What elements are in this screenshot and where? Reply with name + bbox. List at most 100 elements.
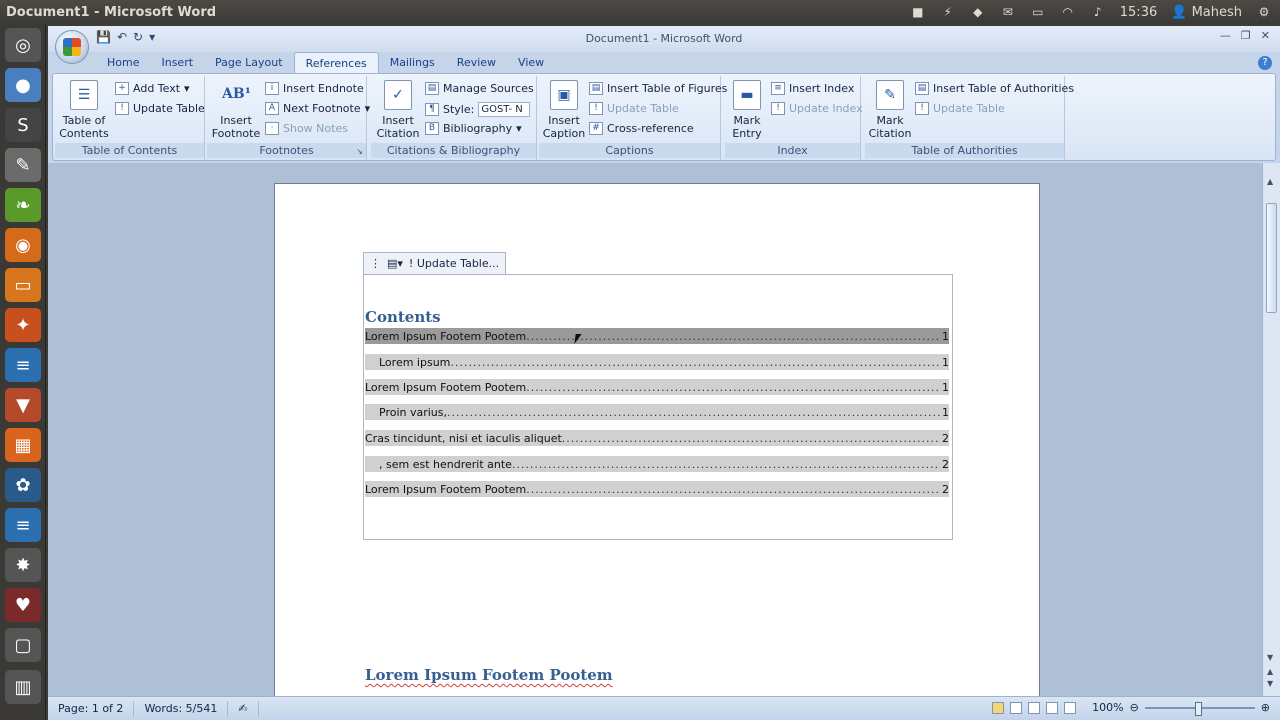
mail-icon[interactable]: ✉	[1000, 5, 1016, 19]
print-layout-icon[interactable]	[992, 701, 1005, 714]
dash-icon[interactable]: ◎	[5, 28, 41, 62]
text-editor-icon[interactable]: ✎	[5, 148, 41, 182]
scroll-down-arrow-icon[interactable]: ▼	[1267, 653, 1273, 662]
scroll-up-arrow-icon[interactable]: ▲	[1267, 177, 1273, 186]
document-icon[interactable]: ≡	[5, 508, 41, 542]
toc-update-table-button[interactable]: ! Update Table...	[409, 257, 499, 270]
table-of-contents-button[interactable]: ☰ Table of Contents	[59, 80, 109, 140]
next-page-icon[interactable]: ▼	[1267, 679, 1273, 688]
files-icon[interactable]: ▭	[5, 268, 41, 302]
tab-home[interactable]: Home	[96, 52, 150, 74]
group-index: ▬ Mark Entry ≡ Insert Index ! Update Ind…	[725, 76, 863, 160]
impress-icon[interactable]: ▦	[5, 428, 41, 462]
power-icon[interactable]: ⚡	[940, 5, 956, 19]
add-text-button[interactable]: + Add Text ▾	[115, 82, 190, 95]
toc-entry[interactable]: Lorem Ipsum Footem Pootem...............…	[365, 379, 949, 395]
gear-icon[interactable]: ⚙	[1256, 5, 1272, 19]
close-icon[interactable]: ✕	[1261, 29, 1270, 42]
previous-page-icon[interactable]: ▲	[1267, 667, 1273, 676]
toc-entry[interactable]: Lorem Ipsum Footem Pootem...............…	[365, 481, 949, 497]
update-table-captions-button[interactable]: ! Update Table	[589, 102, 679, 115]
full-screen-reading-icon[interactable]	[1010, 701, 1023, 714]
insert-caption-button[interactable]: ▣ Insert Caption	[541, 80, 587, 140]
word-count[interactable]: Words: 5/541	[134, 700, 229, 717]
insert-caption-label: Insert Caption	[542, 114, 586, 140]
toc-entry[interactable]: Lorem Ipsum Footem Pootem...............…	[365, 328, 949, 344]
zoom-slider[interactable]	[1144, 701, 1255, 716]
office-button[interactable]	[55, 30, 89, 64]
insert-footnote-button[interactable]: AB¹ Insert Footnote	[211, 80, 261, 140]
toc-entry[interactable]: Lorem ipsum.............................…	[365, 354, 949, 370]
wine-icon[interactable]: ✿	[5, 468, 41, 502]
clock[interactable]: 15:36	[1120, 5, 1157, 20]
volume-icon[interactable]: ♪	[1090, 5, 1106, 19]
zoom-out-icon[interactable]: ⊖	[1130, 701, 1139, 714]
zoom-level[interactable]: 100%	[1092, 701, 1123, 714]
toc-entry[interactable]: Cras tincidunt, nisi et iaculis aliquet.…	[365, 430, 949, 446]
wifi-icon[interactable]: ◠	[1060, 5, 1076, 19]
mark-citation-button[interactable]: ✎ Mark Citation	[867, 80, 913, 140]
dropbox-icon[interactable]: ◆	[970, 5, 986, 19]
minimize-icon[interactable]: —	[1220, 29, 1231, 42]
tab-page-layout[interactable]: Page Layout	[204, 52, 294, 74]
settings-icon[interactable]: ✦	[5, 308, 41, 342]
trash-icon[interactable]: ▥	[5, 670, 41, 704]
document-page[interactable]: ⋮ ▤▾ ! Update Table... Contents Lorem Ip…	[274, 183, 1040, 703]
update-icon: !	[115, 102, 129, 115]
scroll-thumb[interactable]	[1266, 203, 1277, 313]
update-index-button[interactable]: ! Update Index	[771, 102, 863, 115]
proofing-icon[interactable]: ✍	[228, 700, 259, 717]
insert-citation-button[interactable]: ✓ Insert Citation	[373, 80, 423, 140]
update-table-button[interactable]: ! Update Table	[115, 102, 205, 115]
insert-index-button[interactable]: ≡ Insert Index	[771, 82, 854, 95]
tab-insert[interactable]: Insert	[150, 52, 204, 74]
user-menu[interactable]: 👤 Mahesh	[1171, 5, 1242, 20]
tab-references[interactable]: References	[293, 52, 379, 74]
show-notes-button[interactable]: · Show Notes	[265, 122, 348, 135]
app-indicator-icon[interactable]: ■	[910, 5, 926, 19]
toc-entry[interactable]: Proin varius,...........................…	[365, 404, 949, 420]
battery-icon[interactable]: ▭	[1030, 5, 1046, 19]
manage-sources-button[interactable]: ▤ Manage Sources	[425, 82, 534, 95]
mark-entry-button[interactable]: ▬ Mark Entry	[727, 80, 767, 140]
toc-entry[interactable]: , sem est hendrerit ante................…	[365, 456, 949, 472]
insert-toa-button[interactable]: ▤ Insert Table of Authorities	[915, 82, 1074, 95]
chrome-icon[interactable]: ●	[5, 68, 41, 102]
outline-icon[interactable]	[1046, 701, 1059, 714]
installer-icon[interactable]: ▼	[5, 388, 41, 422]
restore-icon[interactable]: ❐	[1241, 29, 1251, 42]
update-toa-button[interactable]: ! Update Table	[915, 102, 1005, 115]
draft-icon[interactable]	[1064, 701, 1077, 714]
workspace-icon[interactable]: ▢	[5, 628, 41, 662]
group-label: Footnotes	[207, 143, 366, 158]
tab-view[interactable]: View	[507, 52, 555, 74]
cross-reference-button[interactable]: # Cross-reference	[589, 122, 694, 135]
colors-icon[interactable]: ✸	[5, 548, 41, 582]
toc-menu-icon[interactable]: ▤▾	[387, 257, 403, 270]
caption-icon: ▣	[550, 80, 578, 110]
page-count[interactable]: Page: 1 of 2	[48, 700, 135, 717]
bitcoin-icon[interactable]: ❧	[5, 188, 41, 222]
mark-entry-label: Mark Entry	[732, 114, 762, 140]
insert-table-of-figures-button[interactable]: ▤ Insert Table of Figures	[589, 82, 727, 95]
style-dropdown[interactable]: GOST- N	[478, 102, 531, 117]
help-icon[interactable]: ?	[1258, 56, 1272, 70]
tab-mailings[interactable]: Mailings	[379, 52, 446, 74]
web-layout-icon[interactable]	[1028, 701, 1041, 714]
dialog-launcher-icon[interactable]: ↘	[356, 147, 363, 156]
wine-glass-icon[interactable]: ♥	[5, 588, 41, 622]
zoom-in-icon[interactable]: ⊕	[1261, 701, 1270, 714]
vertical-scrollbar[interactable]: ▲ ▼ ▲ ▼	[1262, 163, 1280, 696]
bibliography-button[interactable]: B Bibliography ▾	[425, 122, 522, 135]
insert-endnote-button[interactable]: i Insert Endnote	[265, 82, 364, 95]
insert-endnote-label: Insert Endnote	[283, 82, 364, 95]
insert-toa-icon: ▤	[915, 82, 929, 95]
mark-entry-icon: ▬	[733, 80, 761, 110]
drag-handle-icon[interactable]: ⋮	[370, 257, 381, 270]
firefox-icon[interactable]: ◉	[5, 228, 41, 262]
tab-review[interactable]: Review	[446, 52, 507, 74]
next-footnote-button[interactable]: A Next Footnote ▾	[265, 102, 370, 115]
update-icon: !	[771, 102, 785, 115]
writer-icon[interactable]: ≡	[5, 348, 41, 382]
sublime-icon[interactable]: S	[5, 108, 41, 142]
